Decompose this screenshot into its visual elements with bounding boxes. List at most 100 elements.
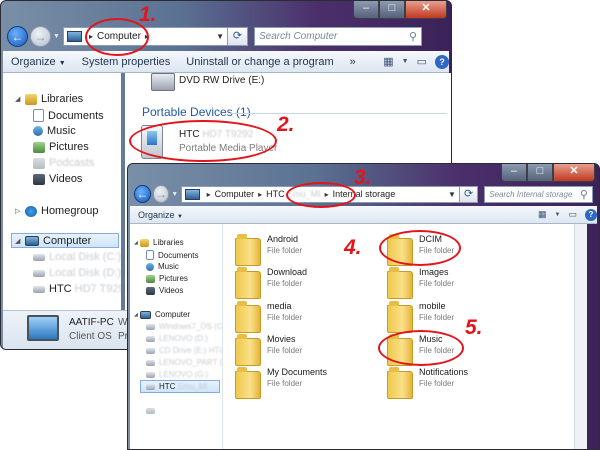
uninstall-program-button[interactable]: Uninstall or change a program [178,56,341,68]
collapse-icon[interactable]: ◢ [15,95,25,103]
organize-menu[interactable]: Organize ▼ [3,56,74,68]
nav-videos[interactable]: Videos [146,286,183,295]
nav-label: LENOVO_PART (F:) [159,358,223,367]
nav-music[interactable]: Music [146,262,179,271]
folder-notifications[interactable]: Notifications File folder [387,367,468,399]
folder-name: Notifications [419,367,469,377]
folder-movies[interactable]: Movies File folder [235,334,302,366]
pc-name: AATIF-PC [69,317,114,328]
command-bar: Organize ▼ ▦ ▼ ▭ ? [130,206,597,224]
address-dropdown-icon[interactable]: ▼ [213,32,227,41]
vertical-scrollbar[interactable] [574,224,587,449]
maximize-button[interactable]: □ [379,1,405,19]
dvd-drive-label[interactable]: DVD RW Drive (E:) [179,75,264,86]
search-icon[interactable]: ⚲ [409,30,417,43]
nav-music[interactable]: Music [33,125,76,137]
libraries-icon [140,238,149,247]
nav-pictures[interactable]: Pictures [33,141,89,153]
pc-monitor-icon [27,315,59,341]
organize-menu[interactable]: Organize ▼ [130,210,191,220]
nav-htc-device[interactable]: HTC HD7 T9292 [33,283,121,295]
chevron-right-icon[interactable]: ▸ [258,190,262,199]
organize-label: Organize [11,55,56,68]
folder-type: File folder [419,279,455,288]
refresh-button[interactable]: ⟳ [459,185,479,203]
forward-button[interactable]: → [152,185,170,203]
folder-download[interactable]: Download File folder [235,267,307,299]
nav-label: LENOVO (D:) [159,334,208,343]
nav-label: Videos [159,286,184,295]
nav-drive-2[interactable]: LENOVO (D:) [146,334,208,343]
search-input[interactable]: Search Computer ⚲ [254,27,422,46]
nav-drive-1[interactable]: Windows7_OS (C:) [146,322,222,331]
highlight-ring-internal-storage [286,182,356,208]
nav-videos[interactable]: Videos [33,173,82,185]
nav-label: Computer [155,310,191,319]
nav-local-disk-d[interactable]: Local Disk (D:) [33,267,121,279]
nav-htc-device[interactable]: HTC Emu_MI [146,382,207,391]
nav-documents[interactable]: Documents [146,250,198,260]
computer-icon [67,31,82,42]
more-commands-button[interactable]: » [342,56,364,68]
folder-media[interactable]: media File folder [235,301,302,333]
nav-documents[interactable]: Documents [33,109,104,122]
view-controls: ▦ ▼ ▭ ? [534,208,597,221]
organize-label: Organize [138,209,175,220]
close-button[interactable]: ✕ [405,1,447,19]
nav-drive-5[interactable]: LENOVO (G:) [146,370,208,379]
drive-icon [33,253,45,261]
folder-my-documents[interactable]: My Documents File folder [235,367,327,399]
folder-type: File folder [419,313,455,322]
chevron-down-icon[interactable]: ▼ [398,58,413,65]
nav-homegroup[interactable]: ▷ Homegroup [15,205,98,217]
system-properties-button[interactable]: System properties [74,56,179,68]
nav-computer[interactable]: ◢ Computer [134,310,190,319]
view-options-icon[interactable]: ▦ [534,209,551,220]
minimize-button[interactable]: – [501,164,527,182]
folder-android[interactable]: Android File folder [235,234,302,266]
nav-libraries[interactable]: ◢ Libraries [134,238,184,247]
nav-label: HTC [49,283,72,295]
address-dropdown-icon[interactable]: ▼ [445,190,459,199]
nav-label: Documents [158,250,199,260]
search-icon[interactable]: ⚲ [580,188,588,201]
forward-button[interactable]: → [30,26,51,47]
folder-icon [387,301,413,333]
pictures-icon [146,274,155,283]
chevron-down-icon[interactable]: ▼ [551,212,565,218]
maximize-button[interactable]: □ [527,164,553,182]
help-icon[interactable]: ? [435,54,449,69]
libraries-icon [25,93,37,105]
nav-podcasts[interactable]: Podcasts [33,157,94,169]
portable-devices-heading[interactable]: Portable Devices (1) [142,105,251,119]
folder-type: File folder [267,279,303,288]
close-button[interactable]: ✕ [553,164,595,182]
nav-label-blurred: Emu_MI [177,382,208,391]
help-icon[interactable]: ? [585,208,597,221]
network-icon [146,408,155,414]
collapse-icon[interactable]: ◢ [15,237,25,245]
expand-icon[interactable]: ▷ [15,207,25,215]
nav-local-disk-c[interactable]: Local Disk (C:) [33,251,121,263]
search-placeholder: Search Internal storage [489,189,573,199]
refresh-button[interactable]: ⟳ [228,27,248,46]
view-options-icon[interactable]: ▦ [379,55,397,68]
os-label: Client OS [69,331,112,342]
nav-network[interactable] [146,408,159,414]
preview-pane-icon[interactable]: ▭ [564,209,581,220]
nav-pictures[interactable]: Pictures [146,274,188,283]
folder-mobile[interactable]: mobile File folder [387,301,454,333]
nav-drive-4[interactable]: LENOVO_PART (F:) [146,358,223,367]
minimize-button[interactable]: – [353,1,379,19]
recent-pages-dropdown[interactable]: ▼ [53,33,61,40]
preview-pane-icon[interactable]: ▭ [413,55,431,68]
folder-images[interactable]: Images File folder [387,267,454,299]
nav-libraries[interactable]: ◢ Libraries [15,93,83,105]
nav-computer[interactable]: ◢ Computer [15,235,91,247]
recent-pages-dropdown[interactable]: ▼ [171,191,178,198]
address-crumb-computer[interactable]: Computer [215,189,255,199]
back-button[interactable]: ← [134,185,151,203]
back-button[interactable]: ← [7,26,28,47]
search-input[interactable]: Search Internal storage ⚲ [484,185,593,203]
nav-drive-3[interactable]: CD Drive (E:) HTC [146,346,222,355]
